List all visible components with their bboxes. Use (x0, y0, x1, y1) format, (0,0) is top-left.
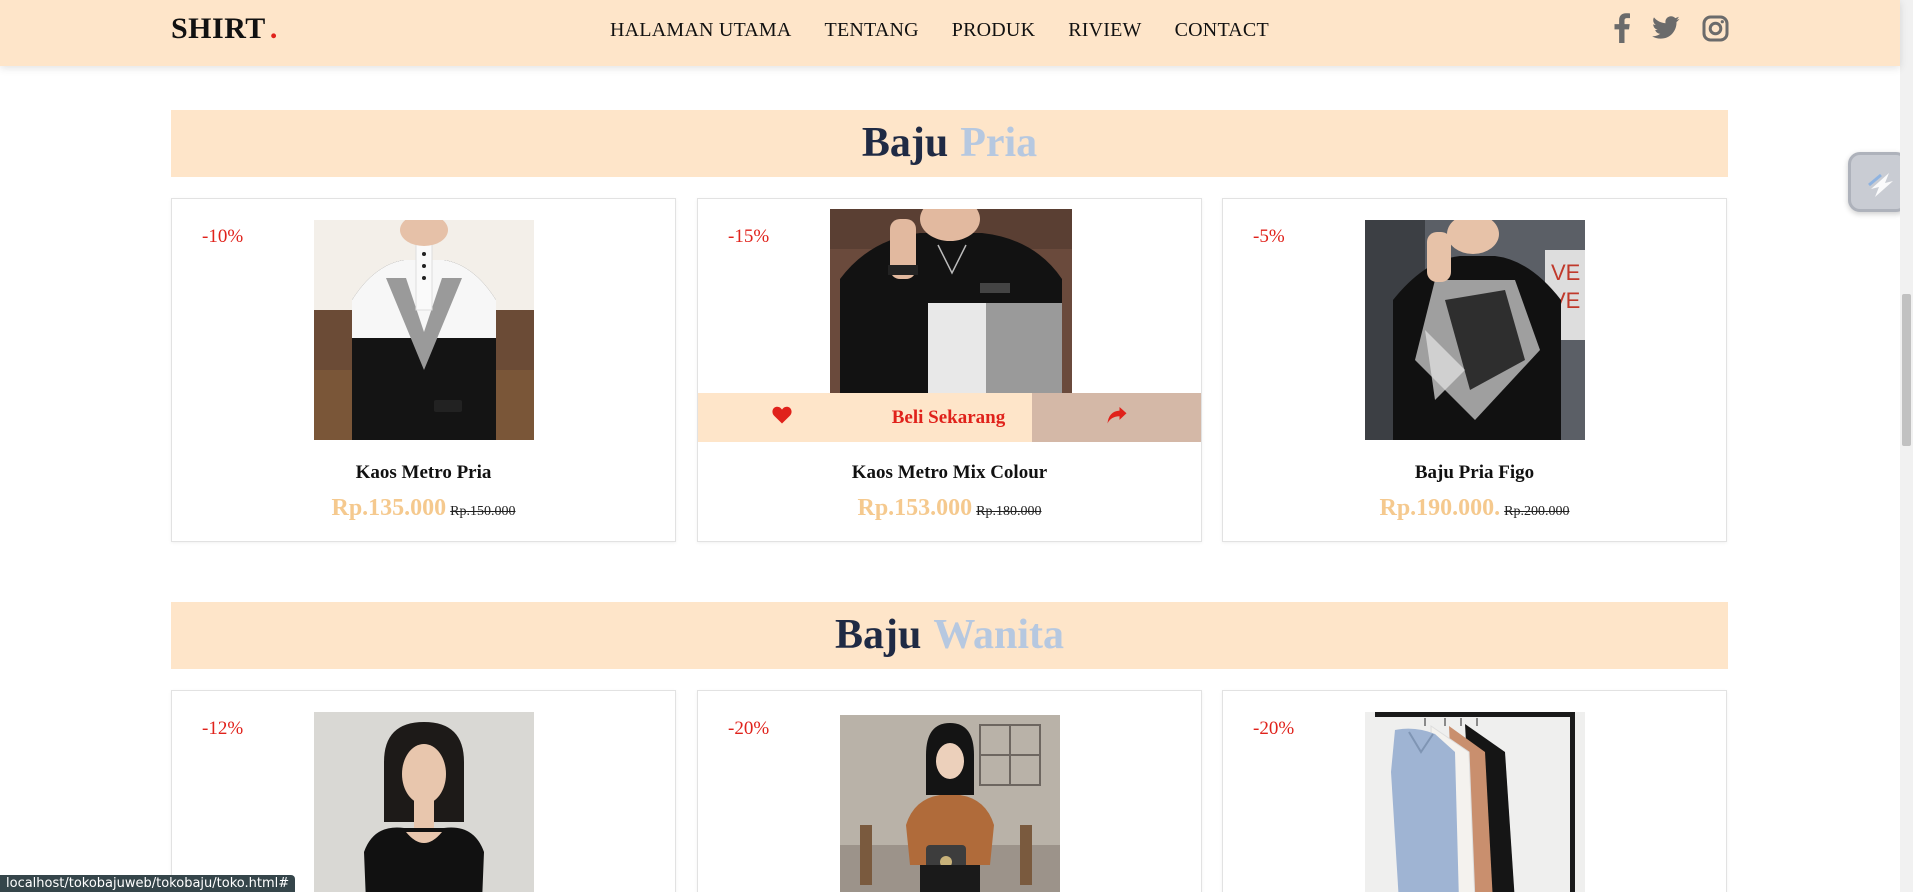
product-action-bar: Beli Sekarang (698, 393, 1201, 442)
product-card[interactable]: -20% (1222, 690, 1727, 892)
logo-dot: . (269, 12, 278, 45)
product-image[interactable] (830, 209, 1072, 393)
discount-badge: -5% (1253, 226, 1285, 247)
product-image[interactable] (314, 712, 534, 892)
heart-icon (771, 406, 792, 429)
product-card[interactable]: -12% (171, 690, 676, 892)
product-price: Rp.190.000. (1379, 495, 1501, 521)
discount-badge: -10% (202, 226, 244, 247)
discount-badge: -20% (728, 718, 770, 739)
nav-link-home[interactable]: HALAMAN UTAMA (610, 19, 792, 42)
nav-link-products[interactable]: PRODUK (952, 19, 1035, 42)
product-image[interactable]: VE VE (1365, 220, 1585, 440)
buy-now-button[interactable]: Beli Sekarang (865, 393, 1032, 442)
svg-text:VE: VE (1551, 260, 1580, 285)
section-header-women: Baju Wanita (171, 602, 1728, 669)
social-links (1614, 13, 1729, 48)
product-price: Rp.153.000 (857, 495, 973, 521)
page: SHIRT. HALAMAN UTAMA TENTANG PRODUK RIVI… (0, 0, 1913, 892)
logo[interactable]: SHIRT. (171, 12, 278, 46)
nav-link-contact[interactable]: CONTACT (1175, 19, 1269, 42)
product-name[interactable]: Baju Pria Figo (1223, 462, 1726, 484)
share-icon (1107, 406, 1127, 429)
product-card[interactable]: -15% Beli Sekarang Kaos Metro Mix Colour… (697, 198, 1202, 542)
section-title-accent: Pria (960, 120, 1038, 166)
product-card[interactable]: -5% VE VE Baju Pria Figo Rp.190.000. Rp.2… (1222, 198, 1727, 542)
product-image[interactable] (1365, 712, 1585, 892)
product-price: Rp.135.000 (331, 495, 447, 521)
scrollbar-thumb[interactable] (1902, 294, 1911, 446)
twitter-icon[interactable] (1652, 16, 1680, 45)
main-nav: HALAMAN UTAMA TENTANG PRODUK RIVIEW CONT… (610, 19, 1302, 42)
section-title-men: Baju Pria (171, 110, 1728, 177)
product-old-price: Rp.150.000 (450, 504, 516, 519)
share-button[interactable] (1032, 393, 1201, 442)
product-old-price: Rp.180.000 (976, 504, 1042, 519)
section-header-men: Baju Pria (171, 110, 1728, 177)
floating-extension-button[interactable] (1848, 152, 1908, 212)
product-card[interactable]: -20% (697, 690, 1202, 892)
product-name[interactable]: Kaos Metro Mix Colour (698, 462, 1201, 484)
discount-badge: -20% (1253, 718, 1295, 739)
lightning-icon (1868, 173, 1893, 197)
nav-link-review[interactable]: RIVIEW (1068, 19, 1141, 42)
product-old-price: Rp.200.000 (1504, 504, 1570, 519)
discount-badge: -15% (728, 226, 770, 247)
price-line: Rp.190.000. Rp.200.000 (1223, 495, 1726, 522)
product-name[interactable]: Kaos Metro Pria (172, 462, 675, 484)
link-status-bar: localhost/tokobajuweb/tokobaju/toko.html… (0, 875, 296, 892)
section-title-main: Baju (834, 612, 922, 658)
product-image[interactable] (314, 220, 534, 440)
nav-link-about[interactable]: TENTANG (825, 19, 919, 42)
section-title-main: Baju (861, 120, 949, 166)
price-line: Rp.153.000 Rp.180.000 (698, 495, 1201, 522)
discount-badge: -12% (202, 718, 244, 739)
page-scrollbar[interactable] (1900, 0, 1913, 892)
product-card[interactable]: -10% Kaos Metro Pria Rp.135.000 Rp.150.00… (171, 198, 676, 542)
product-image[interactable] (840, 715, 1060, 892)
wishlist-button[interactable] (698, 393, 865, 442)
section-title-accent: Wanita (933, 612, 1065, 658)
logo-text: SHIRT (171, 12, 266, 45)
navbar: SHIRT. HALAMAN UTAMA TENTANG PRODUK RIVI… (0, 0, 1900, 66)
price-line: Rp.135.000 Rp.150.000 (172, 495, 675, 522)
section-title-women: Baju Wanita (171, 602, 1728, 669)
facebook-icon[interactable] (1614, 13, 1630, 48)
instagram-icon[interactable] (1702, 15, 1729, 47)
